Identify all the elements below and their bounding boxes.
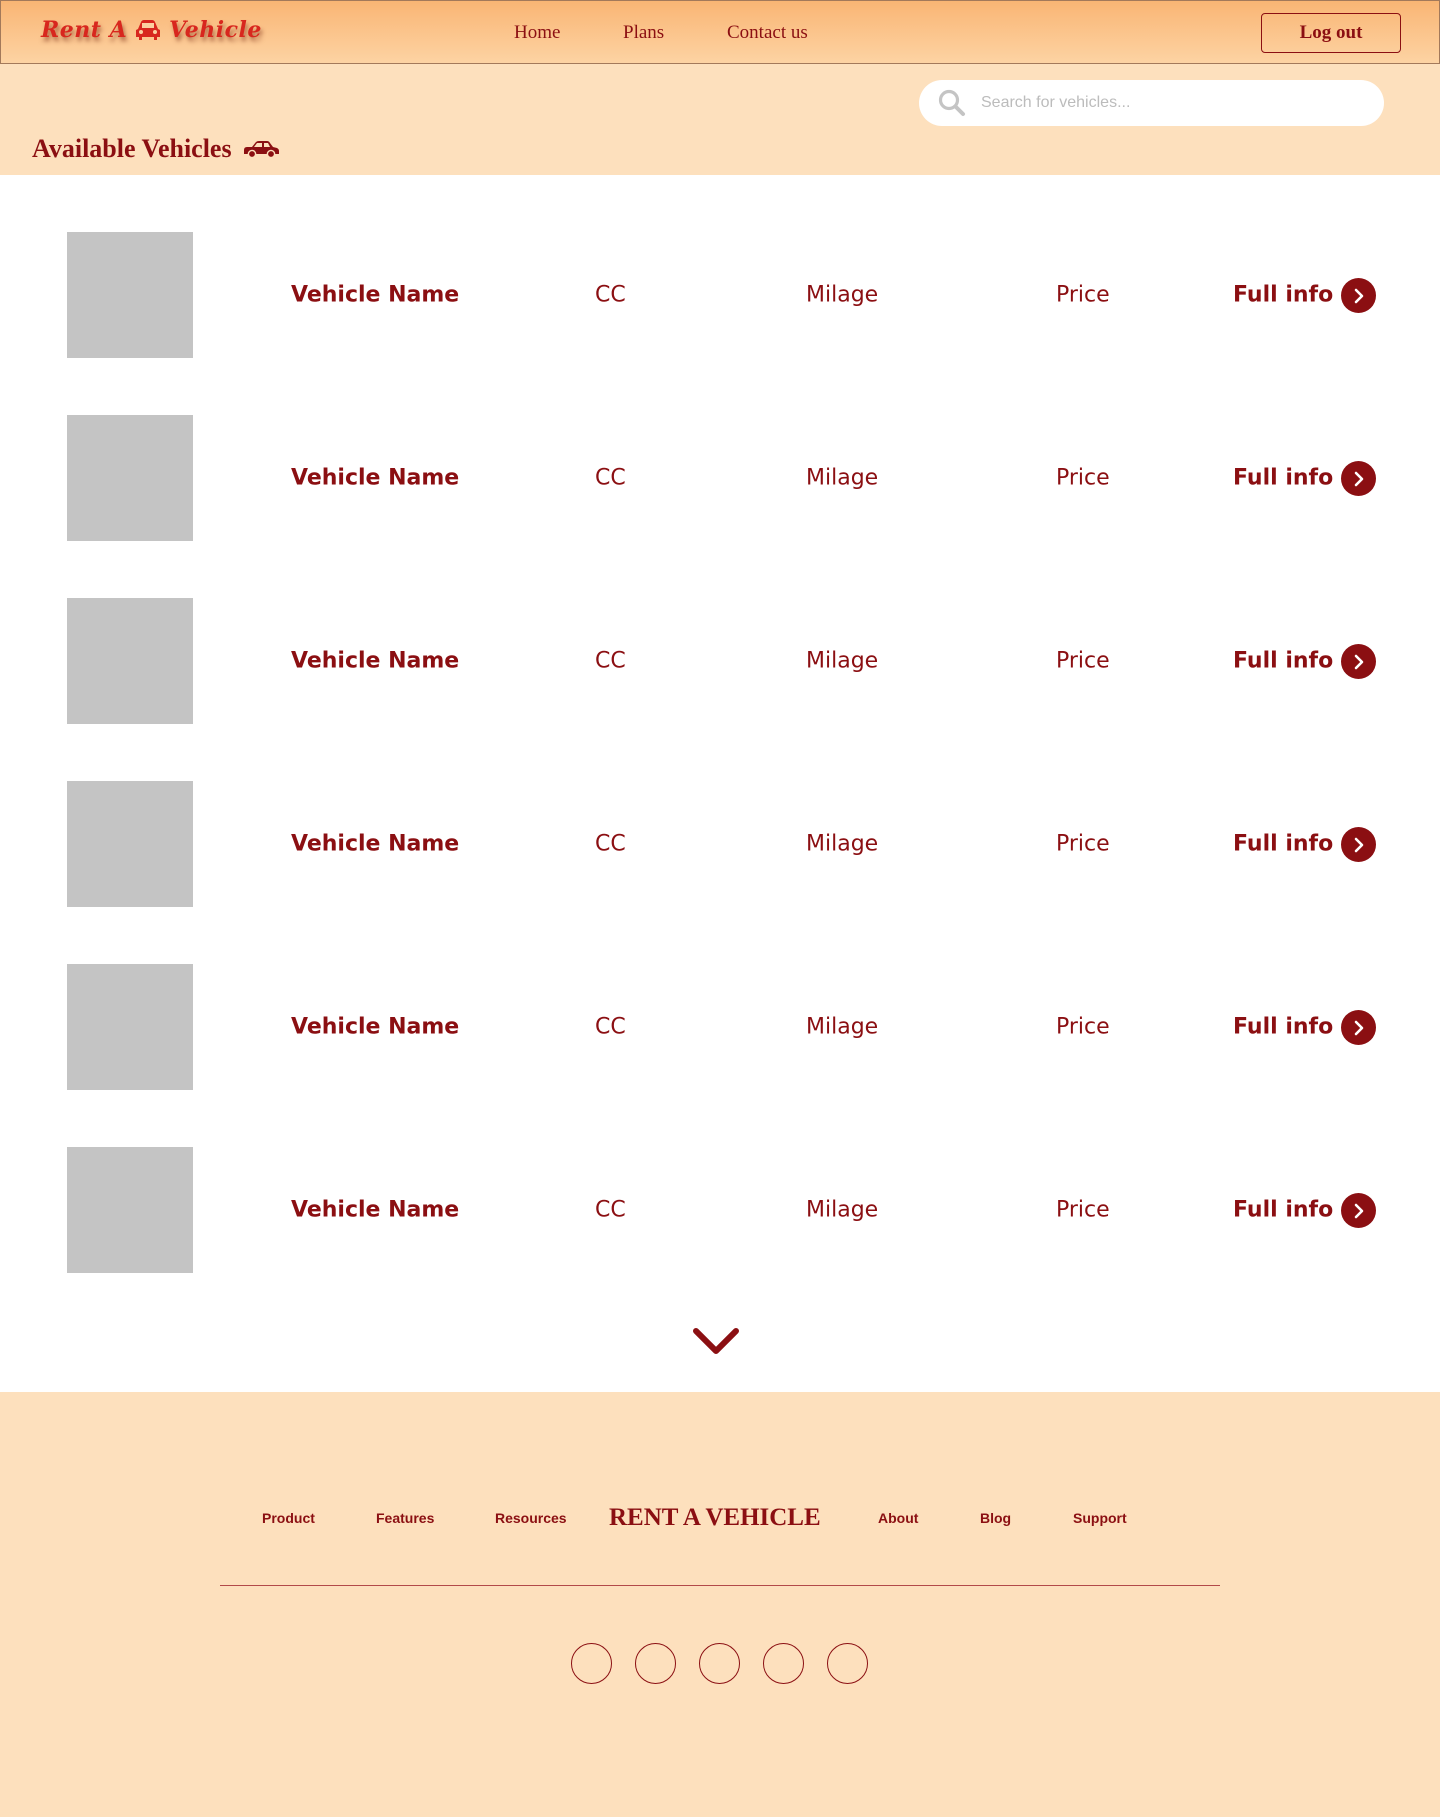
car-icon xyxy=(243,141,279,159)
vehicle-cc: CC xyxy=(595,282,626,308)
vehicle-row: Vehicle Name CC Milage Price Full info xyxy=(0,415,1440,541)
vehicle-row: Vehicle Name CC Milage Price Full info xyxy=(0,232,1440,358)
full-info-link[interactable]: Full info xyxy=(1233,649,1333,674)
vehicle-cc: CC xyxy=(595,465,626,491)
footer-brand: RENT A VEHICLE xyxy=(609,1504,821,1531)
social-icon[interactable] xyxy=(635,1643,676,1684)
full-info-button[interactable] xyxy=(1341,644,1376,679)
car-icon xyxy=(136,20,161,40)
full-info-button[interactable] xyxy=(1341,278,1376,313)
vehicle-name: Vehicle Name xyxy=(291,282,460,308)
vehicle-milage: Milage xyxy=(806,1197,879,1223)
social-icon[interactable] xyxy=(571,1643,612,1684)
brand-logo[interactable]: Rent A Vehicle xyxy=(41,13,262,47)
chevron-down-icon[interactable] xyxy=(692,1326,740,1356)
logout-button[interactable]: Log out xyxy=(1261,13,1401,53)
page-title: Available Vehicles xyxy=(32,134,280,164)
full-info-link[interactable]: Full info xyxy=(1233,283,1333,308)
footer-link-about[interactable]: About xyxy=(878,1510,918,1526)
vehicle-image-placeholder[interactable] xyxy=(67,232,193,358)
vehicle-price: Price xyxy=(1056,648,1110,674)
vehicle-milage: Milage xyxy=(806,1014,879,1040)
social-icon[interactable] xyxy=(763,1643,804,1684)
vehicle-price: Price xyxy=(1056,282,1110,308)
site-footer: Product Features Resources RENT A VEHICL… xyxy=(0,1392,1440,1817)
vehicle-milage: Milage xyxy=(806,282,879,308)
search-input[interactable] xyxy=(981,94,1361,112)
full-info-button[interactable] xyxy=(1341,1010,1376,1045)
search-icon xyxy=(938,89,965,116)
footer-link-blog[interactable]: Blog xyxy=(980,1510,1011,1526)
vehicle-price: Price xyxy=(1056,831,1110,857)
vehicle-price: Price xyxy=(1056,1014,1110,1040)
vehicle-name: Vehicle Name xyxy=(291,648,460,674)
vehicle-milage: Milage xyxy=(806,831,879,857)
chevron-right-icon xyxy=(1354,471,1363,486)
full-info-link[interactable]: Full info xyxy=(1233,832,1333,857)
full-info-link[interactable]: Full info xyxy=(1233,1015,1333,1040)
chevron-right-icon xyxy=(1354,1203,1363,1218)
nav-home-link[interactable]: Home xyxy=(514,21,560,45)
top-navbar: Rent A Vehicle Home Plans Contact us Log… xyxy=(0,0,1440,64)
full-info-button[interactable] xyxy=(1341,1193,1376,1228)
chevron-right-icon xyxy=(1354,837,1363,852)
chevron-right-icon xyxy=(1354,288,1363,303)
vehicle-name: Vehicle Name xyxy=(291,465,460,491)
vehicle-price: Price xyxy=(1056,465,1110,491)
vehicle-name: Vehicle Name xyxy=(291,1197,460,1223)
footer-link-product[interactable]: Product xyxy=(262,1510,315,1526)
vehicle-image-placeholder[interactable] xyxy=(67,964,193,1090)
vehicle-cc: CC xyxy=(595,1014,626,1040)
vehicle-image-placeholder[interactable] xyxy=(67,1147,193,1273)
chevron-right-icon xyxy=(1354,654,1363,669)
vehicle-milage: Milage xyxy=(806,465,879,491)
vehicle-image-placeholder[interactable] xyxy=(67,781,193,907)
chevron-right-icon xyxy=(1354,1020,1363,1035)
logo-text-left: Rent A xyxy=(41,17,128,43)
vehicle-row: Vehicle Name CC Milage Price Full info xyxy=(0,1147,1440,1273)
footer-divider xyxy=(220,1585,1220,1586)
footer-link-features[interactable]: Features xyxy=(376,1510,434,1526)
nav-contact-link[interactable]: Contact us xyxy=(727,21,808,45)
vehicle-row: Vehicle Name CC Milage Price Full info xyxy=(0,598,1440,724)
full-info-button[interactable] xyxy=(1341,461,1376,496)
vehicle-image-placeholder[interactable] xyxy=(67,598,193,724)
vehicle-image-placeholder[interactable] xyxy=(67,415,193,541)
search-bar[interactable] xyxy=(919,80,1384,126)
vehicle-cc: CC xyxy=(595,831,626,857)
logo-text-right: Vehicle xyxy=(169,17,262,43)
footer-link-resources[interactable]: Resources xyxy=(495,1510,567,1526)
vehicle-milage: Milage xyxy=(806,648,879,674)
full-info-link[interactable]: Full info xyxy=(1233,466,1333,491)
full-info-button[interactable] xyxy=(1341,827,1376,862)
vehicle-name: Vehicle Name xyxy=(291,1014,460,1040)
social-icon[interactable] xyxy=(699,1643,740,1684)
social-icon[interactable] xyxy=(827,1643,868,1684)
nav-plans-link[interactable]: Plans xyxy=(623,21,664,45)
full-info-link[interactable]: Full info xyxy=(1233,1198,1333,1223)
vehicle-price: Price xyxy=(1056,1197,1110,1223)
vehicle-cc: CC xyxy=(595,1197,626,1223)
vehicle-name: Vehicle Name xyxy=(291,831,460,857)
vehicle-row: Vehicle Name CC Milage Price Full info xyxy=(0,964,1440,1090)
page-title-text: Available Vehicles xyxy=(32,134,232,163)
footer-link-support[interactable]: Support xyxy=(1073,1510,1127,1526)
vehicle-cc: CC xyxy=(595,648,626,674)
title-band: Available Vehicles xyxy=(0,64,1440,175)
vehicle-row: Vehicle Name CC Milage Price Full info xyxy=(0,781,1440,907)
